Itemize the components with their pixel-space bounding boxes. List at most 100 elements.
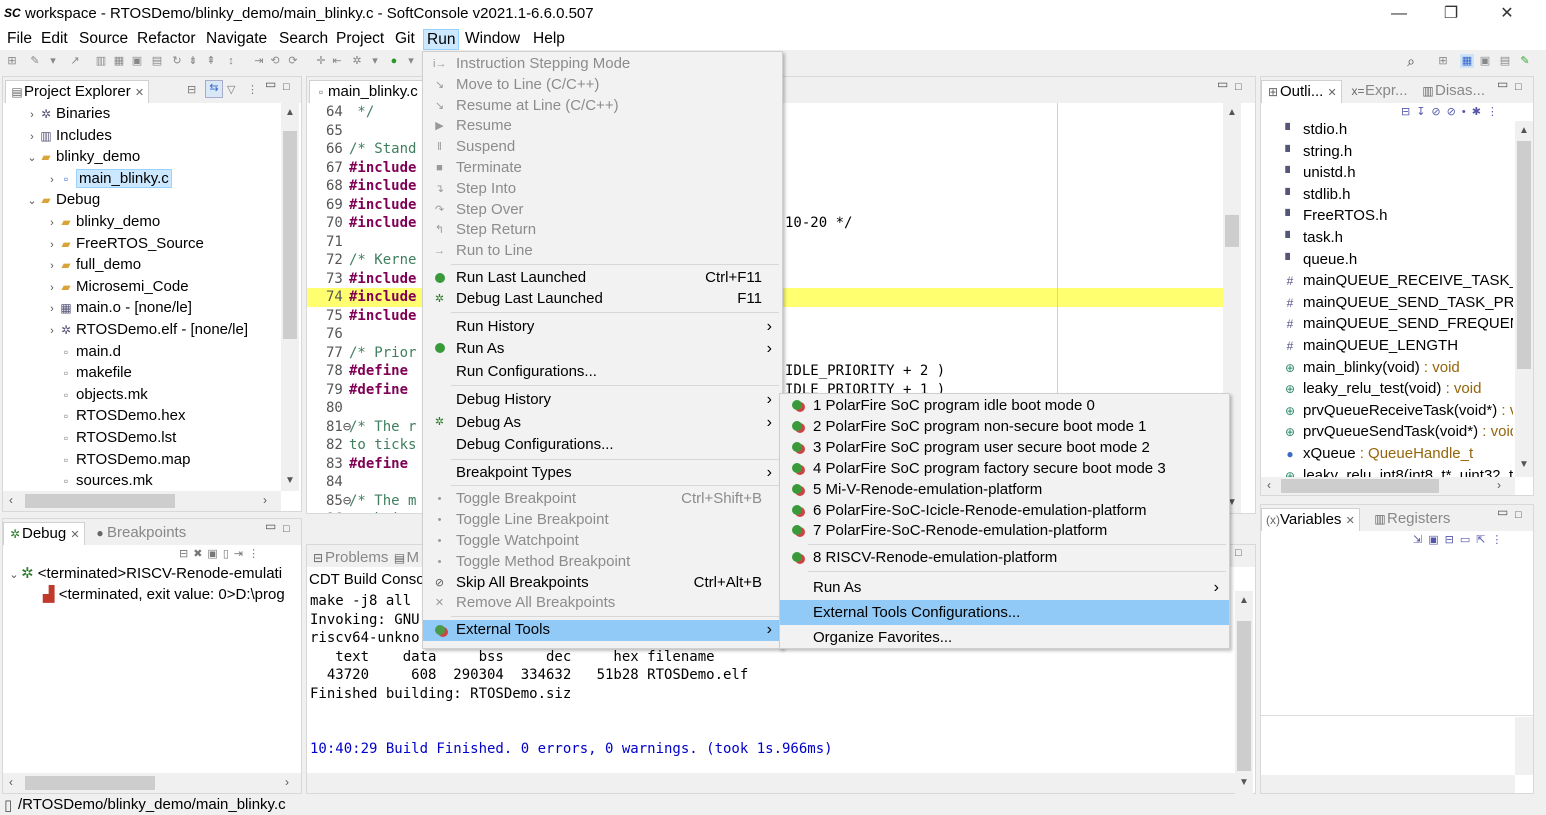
menu-source[interactable]: Source [76, 29, 131, 50]
project-tree-item[interactable]: › ▰ FreeRTOS_Source [45, 233, 204, 254]
expand-arrow-icon[interactable]: › [45, 170, 59, 191]
tab-disassembly[interactable]: ▥Disas... [1417, 80, 1489, 103]
ext-menu-organize-favorites[interactable]: Organize Favorites... [780, 625, 1229, 650]
expand-arrow-icon[interactable]: › [45, 299, 59, 320]
maximize-view-icon[interactable]: □ [283, 81, 290, 93]
expand-arrow-icon[interactable]: ⌄ [25, 191, 39, 212]
run-menu-run-last-launched[interactable]: Run Last Launched Ctrl+F11 [423, 268, 782, 289]
minimize-view-icon[interactable]: ▭ [265, 519, 276, 533]
run-menu-breakpoint-types[interactable]: Breakpoint Types › [423, 463, 782, 484]
project-tree-item[interactable]: ▫ objects.mk [45, 384, 148, 405]
ext-menu-2-polarfire-soc-program-non-secure-boot-mode-1[interactable]: 2 PolarFire SoC program non-secure boot … [780, 417, 1229, 438]
pin-icon[interactable]: ✛ [314, 54, 328, 68]
expand-arrow-icon[interactable]: › [25, 127, 39, 148]
run-menu-instruction-stepping-mode[interactable]: i→ Instruction Stepping Mode [423, 54, 782, 75]
maximize-view-icon[interactable]: □ [1515, 509, 1522, 521]
project-tree-item[interactable]: › ▰ blinky_demo [45, 211, 160, 232]
project-tree-item[interactable]: › ▰ full_demo [45, 254, 141, 275]
expand-arrow-icon[interactable]: › [45, 235, 59, 256]
debug-toolbar[interactable]: ⊟✖▣▯⇥⋮ [179, 547, 264, 560]
run-menu-toggle-watchpoint[interactable]: • Toggle Watchpoint [423, 531, 782, 552]
project-tree-item[interactable]: ⌄ ▰ blinky_demo [25, 146, 140, 167]
run-menu-toggle-breakpoint[interactable]: • Toggle Breakpoint Ctrl+Shift+B [423, 489, 782, 510]
run-menu-run-as[interactable]: Run As › [423, 338, 782, 361]
expand-arrow-icon[interactable]: › [45, 278, 59, 299]
run-menu-skip-all-breakpoints[interactable]: ⊘ Skip All Breakpoints Ctrl+Alt+B [423, 573, 782, 594]
run-menu-toggle-line-breakpoint[interactable]: • Toggle Line Breakpoint [423, 510, 782, 531]
resume-icon[interactable]: ▥ [94, 54, 108, 68]
outline-item[interactable]: ⊕ main_blinky(void) : void [1283, 357, 1513, 378]
git-perspective-icon[interactable]: ▤ [1498, 54, 1512, 68]
menu-project[interactable]: Project [333, 29, 387, 50]
project-tree-item[interactable]: ▫ makefile [45, 362, 132, 383]
menu-edit[interactable]: Edit [38, 29, 71, 50]
outline-item[interactable]: ⊕ leaky_relu_test(void) : void [1283, 378, 1513, 399]
suspend-icon[interactable]: ▦ [112, 54, 126, 68]
project-tree-item[interactable]: ▫ RTOSDemo.hex [45, 405, 186, 426]
maximize-editor-icon[interactable]: □ [1235, 81, 1242, 93]
expand-arrow-icon[interactable]: › [45, 256, 59, 277]
minimize-view-icon[interactable]: ▭ [265, 77, 276, 91]
tab-main-blinky-c[interactable]: ▫ main_blinky.c [309, 80, 423, 103]
console-vscroll[interactable]: ▲ ▼ [1235, 591, 1253, 795]
outline-item[interactable]: ⊕ prvQueueSendTask(void*) : void [1283, 421, 1513, 442]
expand-arrow-icon[interactable]: › [45, 213, 59, 234]
disconnect-icon[interactable]: ▤ [150, 54, 164, 68]
maximize-view-icon[interactable]: □ [1235, 547, 1242, 559]
drop-frame-icon[interactable]: ↕ [224, 54, 238, 68]
ext-menu-3-polarfire-soc-program-user-secure-boot-mode-2[interactable]: 3 PolarFire SoC program user secure boot… [780, 438, 1229, 459]
outline-item[interactable]: # mainQUEUE_RECEIVE_TASK_PRIORITY [1283, 270, 1513, 291]
ext-menu-7-polarfire-soc-renode-emulation-platform[interactable]: 7 PolarFire-SoC-Renode-emulation-platfor… [780, 521, 1229, 542]
project-explorer-hscroll[interactable]: ‹ › [3, 491, 281, 511]
variables-vscroll[interactable] [1515, 717, 1533, 775]
minimize-view-icon[interactable]: ▭ [1497, 505, 1508, 519]
project-tree-item[interactable]: ▫ RTOSDemo.lst [45, 427, 176, 448]
c-perspective-icon[interactable]: ▦ [1460, 54, 1474, 68]
outline-item[interactable]: ● xQueue : QueueHandle_t [1283, 443, 1513, 464]
run-menu-external-tools[interactable]: External Tools › [423, 620, 782, 641]
tab-expressions[interactable]: x=Expr... [1347, 80, 1412, 103]
project-tree-item[interactable]: › ▰ Microsemi_Code [45, 276, 188, 299]
outline-item[interactable]: ▘ unistd.h [1283, 162, 1513, 183]
maximize-view-icon[interactable]: □ [1515, 81, 1522, 93]
use-step-filters-icon[interactable]: ⇤ [330, 54, 344, 68]
project-tree-item[interactable]: ▫ main.d [45, 341, 121, 362]
tab-outline[interactable]: ⊞ Outli... ✕ [1261, 80, 1342, 103]
ext-menu-6-polarfire-soc-icicle-renode-emulation-platform[interactable]: 6 PolarFire-SoC-Icicle-Renode-emulation-… [780, 501, 1229, 522]
ext-menu-4-polarfire-soc-program-factory-secure-boot-mode-3[interactable]: 4 PolarFire SoC program factory secure b… [780, 459, 1229, 480]
tab-problems[interactable]: ⊟ Problems ▤M [307, 547, 423, 570]
outline-item[interactable]: ⊕ prvQueueReceiveTask(void*) : void [1283, 400, 1513, 421]
tab-breakpoints[interactable]: ● Breakpoints [89, 522, 190, 545]
project-tree-item[interactable]: › ▫ main_blinky.c [45, 168, 172, 189]
variables-hscroll[interactable] [1261, 775, 1515, 793]
search-icon[interactable]: ⌕ [1404, 54, 1418, 68]
restore-icon[interactable]: ❐ [1428, 2, 1474, 26]
back-icon[interactable]: ⟲ [268, 54, 282, 68]
run-menu-run-to-line[interactable]: → Run to Line [423, 241, 782, 262]
link-editor-icon[interactable]: ⇆ [205, 80, 223, 98]
outline-item[interactable]: # mainQUEUE_LENGTH [1283, 335, 1513, 356]
project-tree-item[interactable]: › ▥ Includes [25, 125, 112, 146]
terminate-icon[interactable]: ▣ [130, 54, 144, 68]
outline-item[interactable]: ▘ FreeRTOS.h [1283, 205, 1513, 226]
outline-item[interactable]: ▘ string.h [1283, 141, 1513, 162]
project-tree-item[interactable]: › ✲ Binaries [25, 103, 110, 124]
view-menu-icon[interactable]: ⋮ [247, 83, 258, 96]
instruction-step-icon[interactable]: ⇥ [252, 54, 266, 68]
run-menu-debug-as[interactable]: ✲ Debug As › [423, 412, 782, 435]
dropdown-icon[interactable]: ▾ [404, 54, 418, 68]
expand-arrow-icon[interactable]: ⌄ [25, 148, 39, 169]
minimize-editor-icon[interactable]: ▭ [1217, 77, 1228, 91]
outline-item[interactable]: ▘ task.h [1283, 227, 1513, 248]
build-icon[interactable]: ✎ [28, 54, 42, 68]
run-menu-toggle-method-breakpoint[interactable]: • Toggle Method Breakpoint [423, 552, 782, 573]
softconsole-perspective-icon[interactable]: ✎ [1518, 54, 1532, 68]
outline-vscroll[interactable]: ▲ ▼ [1515, 121, 1533, 477]
outline-item[interactable]: # mainQUEUE_SEND_FREQUENCY_MS [1283, 313, 1513, 334]
run-menu-move-to-line-c-c[interactable]: ↘ Move to Line (C/C++) [423, 75, 782, 96]
debug-link-icon[interactable]: ↗ [68, 54, 82, 68]
debug-process-row[interactable]: ▟ <terminated, exit value: 0>D:\prog [43, 584, 285, 605]
maximize-view-icon[interactable]: □ [283, 523, 290, 535]
tab-project-explorer[interactable]: ▤Project Explorer ✕ [5, 80, 150, 103]
expand-arrow-icon[interactable]: › [45, 321, 59, 342]
